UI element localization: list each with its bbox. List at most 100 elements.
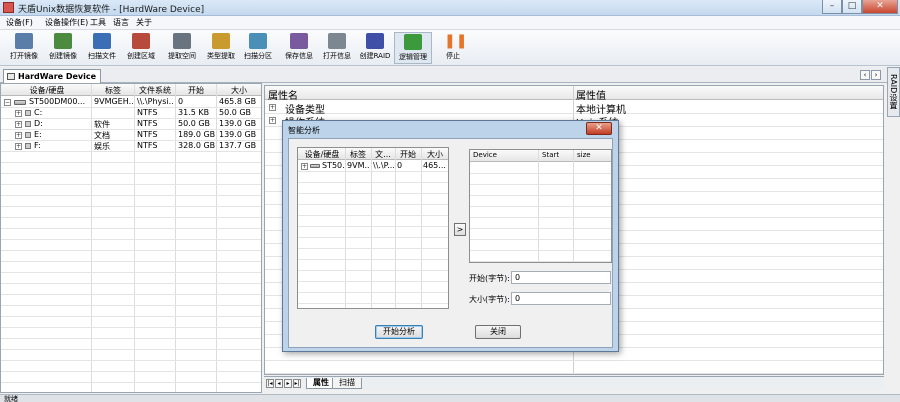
device-cell-fs: NTFS: [137, 119, 158, 128]
device-cell-name: ST500DM00...: [29, 97, 86, 106]
expand-icon[interactable]: +: [15, 121, 22, 128]
toolbar: 打开镜像 创建镜像 扫描文件 创建区域 提取空间 类型提取 扫描分区 保存信息 打开信息 创建RA…: [0, 30, 900, 66]
toolbar-button-3[interactable]: 创建区域: [122, 32, 160, 64]
dlg-col-size[interactable]: 大小: [422, 149, 448, 160]
last-page-icon[interactable]: ▸|: [293, 379, 301, 388]
dlg-col-start[interactable]: 开始: [396, 149, 420, 160]
device-cell-start: 31.5 KB: [178, 108, 210, 117]
device-cell-label: 文档: [94, 131, 110, 140]
size-bytes-input[interactable]: 0: [511, 292, 611, 305]
toolbar-button-7[interactable]: 保存信息: [280, 32, 318, 64]
smart-analysis-dialog: 智能分析 ✕ 设备/硬盘 标签 文... 开始 大小 + ST50... 9VM…: [282, 120, 619, 352]
create-image-icon: [54, 33, 72, 49]
prev-page-icon[interactable]: ◂: [275, 379, 283, 388]
first-page-icon[interactable]: |◂: [266, 379, 274, 388]
expand-icon[interactable]: +: [15, 110, 22, 117]
device-cell-label: 娱乐: [94, 142, 110, 151]
device-cell-fs: NTFS: [137, 130, 158, 139]
add-to-device-list-button[interactable]: >: [454, 223, 466, 236]
tab-hardware-device-label: HardWare Device: [18, 72, 97, 81]
expand-icon[interactable]: +: [15, 143, 22, 150]
status-text: 就绪: [4, 395, 18, 402]
bottom-tab-strip: |◂ ◂ ▸ ▸| 属性 扫描: [264, 376, 884, 390]
menu-device-ops[interactable]: 设备操作(E): [45, 17, 88, 28]
col-dev-size[interactable]: size: [577, 151, 591, 159]
toolbar-button-label: 停止: [446, 52, 460, 60]
col-size[interactable]: 大小: [217, 85, 261, 96]
toolbar-button-6[interactable]: 扫描分区: [239, 32, 277, 64]
dialog-close-button[interactable]: 关闭: [475, 325, 521, 339]
close-button[interactable]: ✕: [862, 0, 898, 14]
menu-tools[interactable]: 工具: [90, 17, 106, 28]
device-cell-fs: NTFS: [137, 141, 158, 150]
col-property-value[interactable]: 属性值: [576, 87, 606, 102]
save-icon: [290, 33, 308, 49]
hard-disk-icon: [14, 100, 26, 105]
right-header-strip: ‹ ›: [262, 67, 887, 83]
col-label[interactable]: 标签: [92, 85, 134, 96]
col-dev-start[interactable]: Start: [542, 151, 559, 159]
partition-icon: [25, 132, 31, 138]
tab-hardware-device[interactable]: HardWare Device: [3, 69, 102, 83]
minimize-button[interactable]: –: [822, 0, 842, 14]
size-bytes-label: 大小(字节):: [469, 295, 510, 304]
toolbar-button-label: 保存信息: [285, 52, 313, 60]
toolbar-button-label: 类型提取: [207, 52, 235, 60]
next-page-icon[interactable]: ▸: [284, 379, 292, 388]
col-property-name[interactable]: 属性名: [268, 87, 298, 102]
app-icon: [3, 2, 14, 13]
menu-language[interactable]: 语言: [113, 17, 129, 28]
expand-icon[interactable]: +: [269, 117, 276, 124]
create-region-icon: [132, 33, 150, 49]
window-title: 天盾Unix数据恢复软件 - [HardWare Device]: [18, 5, 205, 15]
toolbar-button-label: 提取空间: [168, 52, 196, 60]
toolbar-button-label: 创建RAID: [359, 52, 391, 60]
dialog-close-icon[interactable]: ✕: [586, 122, 612, 135]
col-start[interactable]: 开始: [176, 85, 216, 96]
property-row[interactable]: + 设备类型 本地计算机: [265, 101, 883, 116]
expand-icon[interactable]: +: [15, 132, 22, 139]
scroll-right-icon[interactable]: ›: [871, 70, 881, 80]
expand-icon[interactable]: +: [301, 163, 308, 170]
menu-bar: 设备(F) 设备操作(E) 工具 语言 关于: [0, 16, 900, 30]
toolbar-button-1[interactable]: 创建镜像: [44, 32, 82, 64]
toolbar-button-label: 打开镜像: [10, 52, 38, 60]
disk-open-icon: [15, 33, 33, 49]
col-dev-device[interactable]: Device: [473, 151, 497, 159]
maximize-button[interactable]: □: [842, 0, 862, 14]
collapse-icon[interactable]: −: [4, 99, 11, 106]
start-bytes-input[interactable]: 0: [511, 271, 611, 284]
menu-about[interactable]: 关于: [136, 17, 152, 28]
scroll-left-icon[interactable]: ‹: [860, 70, 870, 80]
toolbar-button-4[interactable]: 提取空间: [163, 32, 201, 64]
start-analysis-button[interactable]: 开始分析: [375, 325, 423, 339]
menu-device[interactable]: 设备(F): [6, 17, 33, 28]
stop-icon: ❚❚: [444, 33, 468, 49]
dlg-row-name: ST50...: [322, 161, 344, 170]
raid-settings-tab[interactable]: RAID设置: [887, 67, 900, 117]
toolbar-button-11[interactable]: ❚❚ 停止: [434, 32, 472, 64]
toolbar-button-0[interactable]: 打开镜像: [5, 32, 43, 64]
device-cell-name: C:: [34, 108, 43, 117]
toolbar-button-9[interactable]: 创建RAID: [356, 32, 394, 64]
dlg-col-fs[interactable]: 文...: [372, 149, 394, 160]
col-filesystem[interactable]: 文件系统: [135, 85, 175, 96]
scan-file-icon: [93, 33, 111, 49]
expand-icon[interactable]: +: [269, 104, 276, 111]
extract-space-icon: [173, 33, 191, 49]
toolbar-button-5[interactable]: 类型提取: [202, 32, 240, 64]
partition-icon: [25, 143, 31, 149]
type-extract-icon: [212, 33, 230, 49]
toolbar-button-8[interactable]: 打开信息: [318, 32, 356, 64]
tab-scan[interactable]: 扫描: [332, 378, 362, 389]
dlg-col-label[interactable]: 标签: [346, 149, 370, 160]
device-cell-label: 软件: [94, 120, 110, 129]
toolbar-button-2[interactable]: 扫描文件: [83, 32, 121, 64]
toolbar-button-label: 创建区域: [127, 52, 155, 60]
toolbar-button-label: 扫描文件: [88, 52, 116, 60]
dlg-col-device[interactable]: 设备/硬盘: [300, 149, 344, 160]
dialog-device-grid: 设备/硬盘 标签 文... 开始 大小 + ST50... 9VM... \\.…: [297, 147, 449, 309]
col-device[interactable]: 设备/硬盘: [3, 85, 91, 96]
toolbar-button-label: 创建镜像: [49, 52, 77, 60]
toolbar-button-10[interactable]: 逻辑管理: [394, 32, 432, 64]
